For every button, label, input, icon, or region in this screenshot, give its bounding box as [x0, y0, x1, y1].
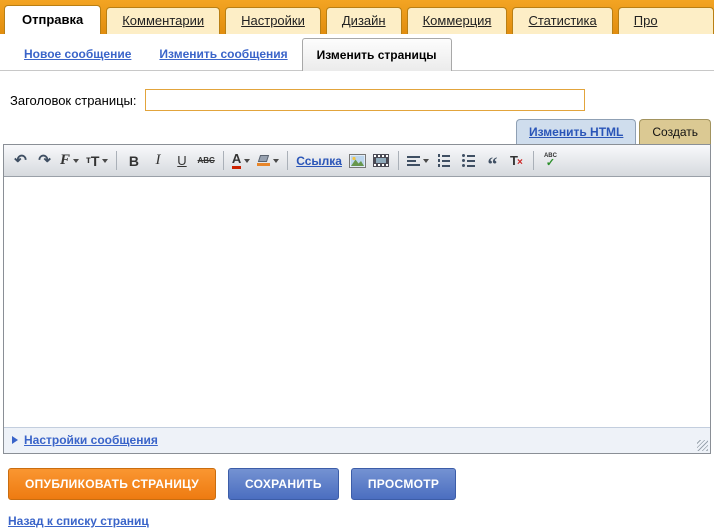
page-title-label: Заголовок страницы:: [10, 92, 137, 108]
resize-handle[interactable]: [697, 440, 708, 451]
editor-frame: ↶ ↷ F т Т B I U ABC A Ссылка “ T × ABC ✓…: [3, 144, 711, 454]
tab-monetize[interactable]: Коммерция: [406, 7, 508, 34]
subnav-edit-posts[interactable]: Изменить сообщения: [145, 38, 301, 70]
chevron-down-icon: [102, 158, 109, 163]
chevron-down-icon: [244, 158, 251, 163]
image-icon: [348, 153, 366, 168]
undo-icon[interactable]: ↶: [9, 149, 32, 173]
page-title-input[interactable]: [144, 89, 585, 111]
tab-settings[interactable]: Настройки: [225, 7, 321, 34]
font-size-button[interactable]: т Т: [83, 149, 111, 173]
strikethrough-icon[interactable]: ABC: [194, 149, 217, 173]
tab-stats[interactable]: Статистика: [512, 7, 613, 34]
tab-label: Настройки: [241, 13, 305, 28]
main-tabbar: Отправка Комментарии Настройки Дизайн Ко…: [0, 0, 714, 34]
tab-label: Статистика: [528, 13, 597, 28]
spellcheck-icon[interactable]: ABC ✓: [539, 149, 562, 173]
chevron-down-icon: [73, 158, 80, 163]
back-to-pages-link[interactable]: Назад к списку страниц: [8, 514, 149, 528]
highlight-color-button[interactable]: [254, 149, 282, 173]
tab-label: Комментарии: [122, 13, 205, 28]
insert-link-button[interactable]: Ссылка: [293, 149, 345, 173]
highlighter-icon: [257, 155, 271, 166]
tab-label: Дизайн: [341, 13, 386, 28]
chevron-down-icon: [422, 158, 429, 163]
tab-comments[interactable]: Комментарии: [106, 7, 221, 34]
toolbar-separator: [397, 151, 399, 170]
toolbar-separator: [116, 151, 118, 170]
editor-mode-tabs: Изменить HTML Создать: [3, 119, 711, 144]
edit-html-label: Изменить HTML: [529, 125, 624, 139]
underline-icon[interactable]: U: [170, 149, 193, 173]
post-settings-toggle[interactable]: Настройки сообщения: [24, 433, 158, 447]
bullet-list-icon[interactable]: [457, 149, 480, 173]
editor-canvas[interactable]: [4, 177, 710, 427]
film-icon: [373, 154, 390, 167]
edit-html-tab[interactable]: Изменить HTML: [516, 119, 637, 144]
editor-toolbar: ↶ ↷ F т Т B I U ABC A Ссылка “ T × ABC ✓: [4, 145, 710, 177]
subnav-new-post[interactable]: Новое сообщение: [10, 38, 145, 70]
tab-label: Коммерция: [422, 13, 492, 28]
save-button[interactable]: СОХРАНИТЬ: [228, 468, 339, 500]
numbered-list-icon[interactable]: [433, 149, 456, 173]
tab-view-blog-cut[interactable]: Про: [617, 7, 714, 34]
italic-icon[interactable]: I: [146, 149, 169, 173]
insert-image-icon[interactable]: [346, 149, 369, 173]
toolbar-separator: [287, 151, 289, 170]
text-color-button[interactable]: A: [229, 149, 253, 173]
subnav-edit-pages[interactable]: Изменить страницы: [301, 38, 452, 71]
toolbar-separator: [222, 151, 224, 170]
page-title-row: Заголовок страницы:: [10, 89, 714, 111]
blockquote-icon[interactable]: “: [481, 149, 504, 175]
chevron-down-icon: [273, 158, 280, 163]
redo-icon[interactable]: ↷: [33, 149, 56, 173]
compose-tab[interactable]: Создать: [639, 119, 711, 144]
preview-button[interactable]: ПРОСМОТР: [350, 468, 457, 500]
compose-label: Создать: [652, 125, 698, 139]
tab-posting[interactable]: Отправка: [4, 5, 102, 34]
blogger-page-editor: Отправка Комментарии Настройки Дизайн Ко…: [0, 0, 714, 530]
post-settings-row: Настройки сообщения: [4, 427, 710, 453]
font-family-button[interactable]: F: [57, 149, 82, 173]
insert-video-icon[interactable]: [370, 149, 393, 173]
action-buttons: ОПУБЛИКОВАТЬ СТРАНИЦУ СОХРАНИТЬ ПРОСМОТР: [8, 468, 714, 500]
bold-icon[interactable]: B: [122, 149, 145, 173]
alignment-button[interactable]: [404, 149, 432, 173]
toolbar-separator: [532, 151, 534, 170]
tab-design[interactable]: Дизайн: [325, 7, 402, 34]
subnav: Новое сообщение Изменить сообщения Измен…: [0, 34, 714, 71]
remove-formatting-icon[interactable]: T ×: [505, 149, 528, 173]
align-icon: [406, 155, 420, 166]
expand-arrow-icon: [12, 436, 18, 444]
tab-label: Отправка: [22, 12, 84, 27]
publish-page-button[interactable]: ОПУБЛИКОВАТЬ СТРАНИЦУ: [8, 468, 217, 500]
tab-label: Про: [633, 13, 658, 28]
